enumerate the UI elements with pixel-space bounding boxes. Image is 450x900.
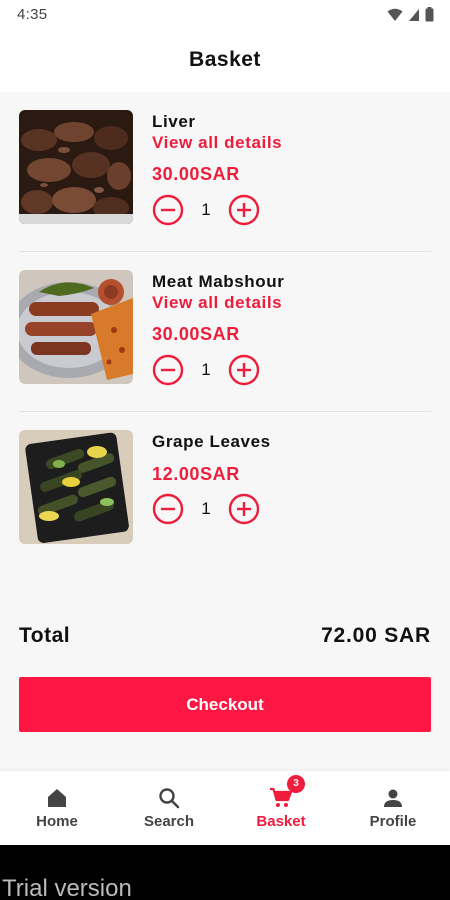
status-time: 4:35 xyxy=(17,6,48,23)
trial-text: Trial version xyxy=(2,875,132,900)
nav-label: Home xyxy=(36,813,78,830)
search-icon xyxy=(159,788,180,809)
item-price: 30.00SAR xyxy=(152,324,240,344)
status-icons xyxy=(387,7,434,22)
quantity-value: 1 xyxy=(201,360,211,379)
item-name: Grape Leaves xyxy=(152,432,271,451)
item-image-liver xyxy=(19,110,133,224)
trial-banner: Trial version xyxy=(0,845,450,900)
cart-count-badge: 3 xyxy=(287,775,305,793)
item-image-grape-leaves xyxy=(19,430,133,544)
item-price: 12.00SAR xyxy=(152,464,240,484)
quantity-stepper: 1 xyxy=(152,354,262,386)
increase-quantity-button[interactable] xyxy=(228,354,260,386)
nav-item-home[interactable]: Home xyxy=(1,771,113,845)
item-image-meat-mabshour xyxy=(19,270,133,384)
basket-item: Meat Mabshour View all details 30.00SAR … xyxy=(19,252,431,412)
signal-icon xyxy=(409,8,419,21)
status-bar: 4:35 xyxy=(0,0,450,30)
increase-quantity-button[interactable] xyxy=(228,493,260,525)
nav-label: Basket xyxy=(256,813,306,830)
bottom-nav: Home Search 3 Basket Profile xyxy=(0,771,450,845)
checkout-button[interactable]: Checkout xyxy=(19,677,431,732)
item-name: Meat Mabshour xyxy=(152,272,285,291)
item-price: 30.00SAR xyxy=(152,164,240,184)
home-icon xyxy=(48,789,66,807)
increase-quantity-button[interactable] xyxy=(228,194,260,226)
view-details-link[interactable]: View all details xyxy=(152,133,282,153)
page-title: Basket xyxy=(189,48,261,71)
quantity-stepper: 1 xyxy=(152,493,262,525)
decrease-quantity-button[interactable] xyxy=(152,194,184,226)
wifi-icon xyxy=(387,8,403,21)
nav-item-basket[interactable]: 3 Basket xyxy=(225,771,337,845)
person-icon xyxy=(384,789,402,807)
basket-item: Grape Leaves 12.00SAR 1 xyxy=(19,412,431,572)
app-header: Basket xyxy=(0,30,450,92)
battery-icon xyxy=(425,7,434,22)
total-label: Total xyxy=(19,624,71,647)
total-value: 72.00 SAR xyxy=(321,624,431,647)
decrease-quantity-button[interactable] xyxy=(152,354,184,386)
quantity-value: 1 xyxy=(201,200,211,219)
total-row: Total 72.00 SAR xyxy=(19,622,431,652)
nav-label: Search xyxy=(143,813,195,830)
nav-item-search[interactable]: Search xyxy=(113,771,225,845)
view-details-link[interactable]: View all details xyxy=(152,293,282,313)
basket-item: Liver View all details 30.00SAR 1 xyxy=(19,92,431,252)
item-name: Liver xyxy=(152,112,196,131)
decrease-quantity-button[interactable] xyxy=(152,493,184,525)
nav-label: Profile xyxy=(369,813,417,830)
quantity-stepper: 1 xyxy=(152,194,262,226)
quantity-value: 1 xyxy=(201,499,211,518)
nav-item-profile[interactable]: Profile xyxy=(337,771,449,845)
